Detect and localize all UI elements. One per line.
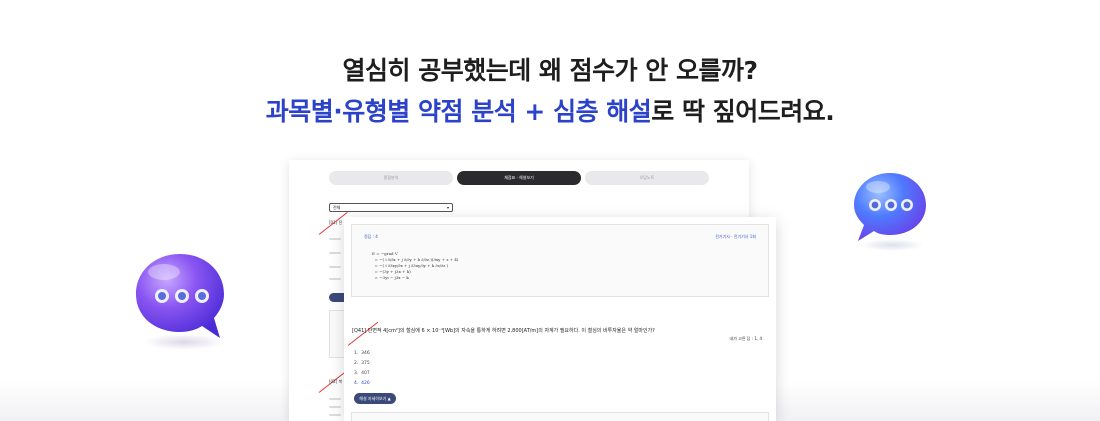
text-placeholder (329, 406, 341, 408)
choice-item-selected[interactable]: 4. 426 (354, 379, 370, 389)
filter-select[interactable]: 전체 ▾ (329, 203, 453, 212)
chat-bubble-dots-icon (848, 167, 934, 253)
text-placeholder (329, 398, 341, 400)
filter-select-value: 전체 (333, 205, 341, 210)
chevron-down-icon: ▾ (446, 205, 449, 210)
tab-wrong-answer-note[interactable]: 오답노트 (585, 171, 709, 185)
tab-overall-analysis[interactable]: 종합분석 (329, 171, 453, 185)
text-placeholder (329, 266, 341, 268)
question-title: [02] 복 (329, 379, 343, 384)
choice-list: 1. 346 2. 375 3. 407 4. 426 (354, 349, 370, 389)
my-answer: 내가 고른 답 : 1, 4 (729, 336, 762, 341)
tab-grading-explanation[interactable]: 채점표 · 해설보기 (457, 171, 581, 185)
headline-plus: + (516, 97, 554, 126)
headline-line-1: 열심히 공부했는데 왜 점수가 안 오를까? (342, 56, 758, 85)
headline-rest: 로 딱 짚어드려요. (651, 97, 835, 126)
formula: E = −grad V = −( i ∂/∂x + j ∂/∂y + k ∂/∂… (372, 251, 459, 280)
question-text: [Q41] 단면적 4[cm²]의 철심에 6 × 10⁻⁴[Wb]의 자속을 … (352, 328, 655, 334)
answer-meta: 전기기사 · 전기기사 1회 (715, 234, 756, 239)
headline-line-2: 과목별·유형별 약점 분석 + 심층 해설로 딱 짚어드려요. (0, 92, 1100, 132)
headline-accent-analysis: 과목별·유형별 약점 분석 (265, 97, 517, 126)
text-placeholder (329, 238, 341, 240)
choice-item[interactable]: 2. 375 (354, 359, 370, 369)
tab-bar: 종합분석 채점표 · 해설보기 오답노트 (329, 171, 709, 185)
choice-item[interactable]: 1. 346 (354, 349, 370, 359)
text-placeholder (329, 252, 341, 254)
answer-label: 정답 : 4 (364, 234, 378, 239)
headline: 열심히 공부했는데 왜 점수가 안 오를까? 과목별·유형별 약점 분석 + 심… (0, 52, 1100, 132)
explain-detail-button[interactable]: 해설 자세히보기 ▲ (354, 393, 396, 404)
explanation-box (351, 412, 769, 421)
text-placeholder (329, 278, 341, 280)
chat-bubble-dots-icon (126, 242, 234, 352)
headline-accent-explanation: 심층 해설 (553, 97, 652, 126)
choice-item[interactable]: 3. 407 (354, 369, 370, 379)
answer-explanation-box: 정답 : 4 전기기사 · 전기기사 1회 E = −grad V = −( i… (351, 224, 769, 297)
text-placeholder (329, 414, 341, 416)
result-page-front: 정답 : 4 전기기사 · 전기기사 1회 E = −grad V = −( i… (344, 217, 776, 421)
